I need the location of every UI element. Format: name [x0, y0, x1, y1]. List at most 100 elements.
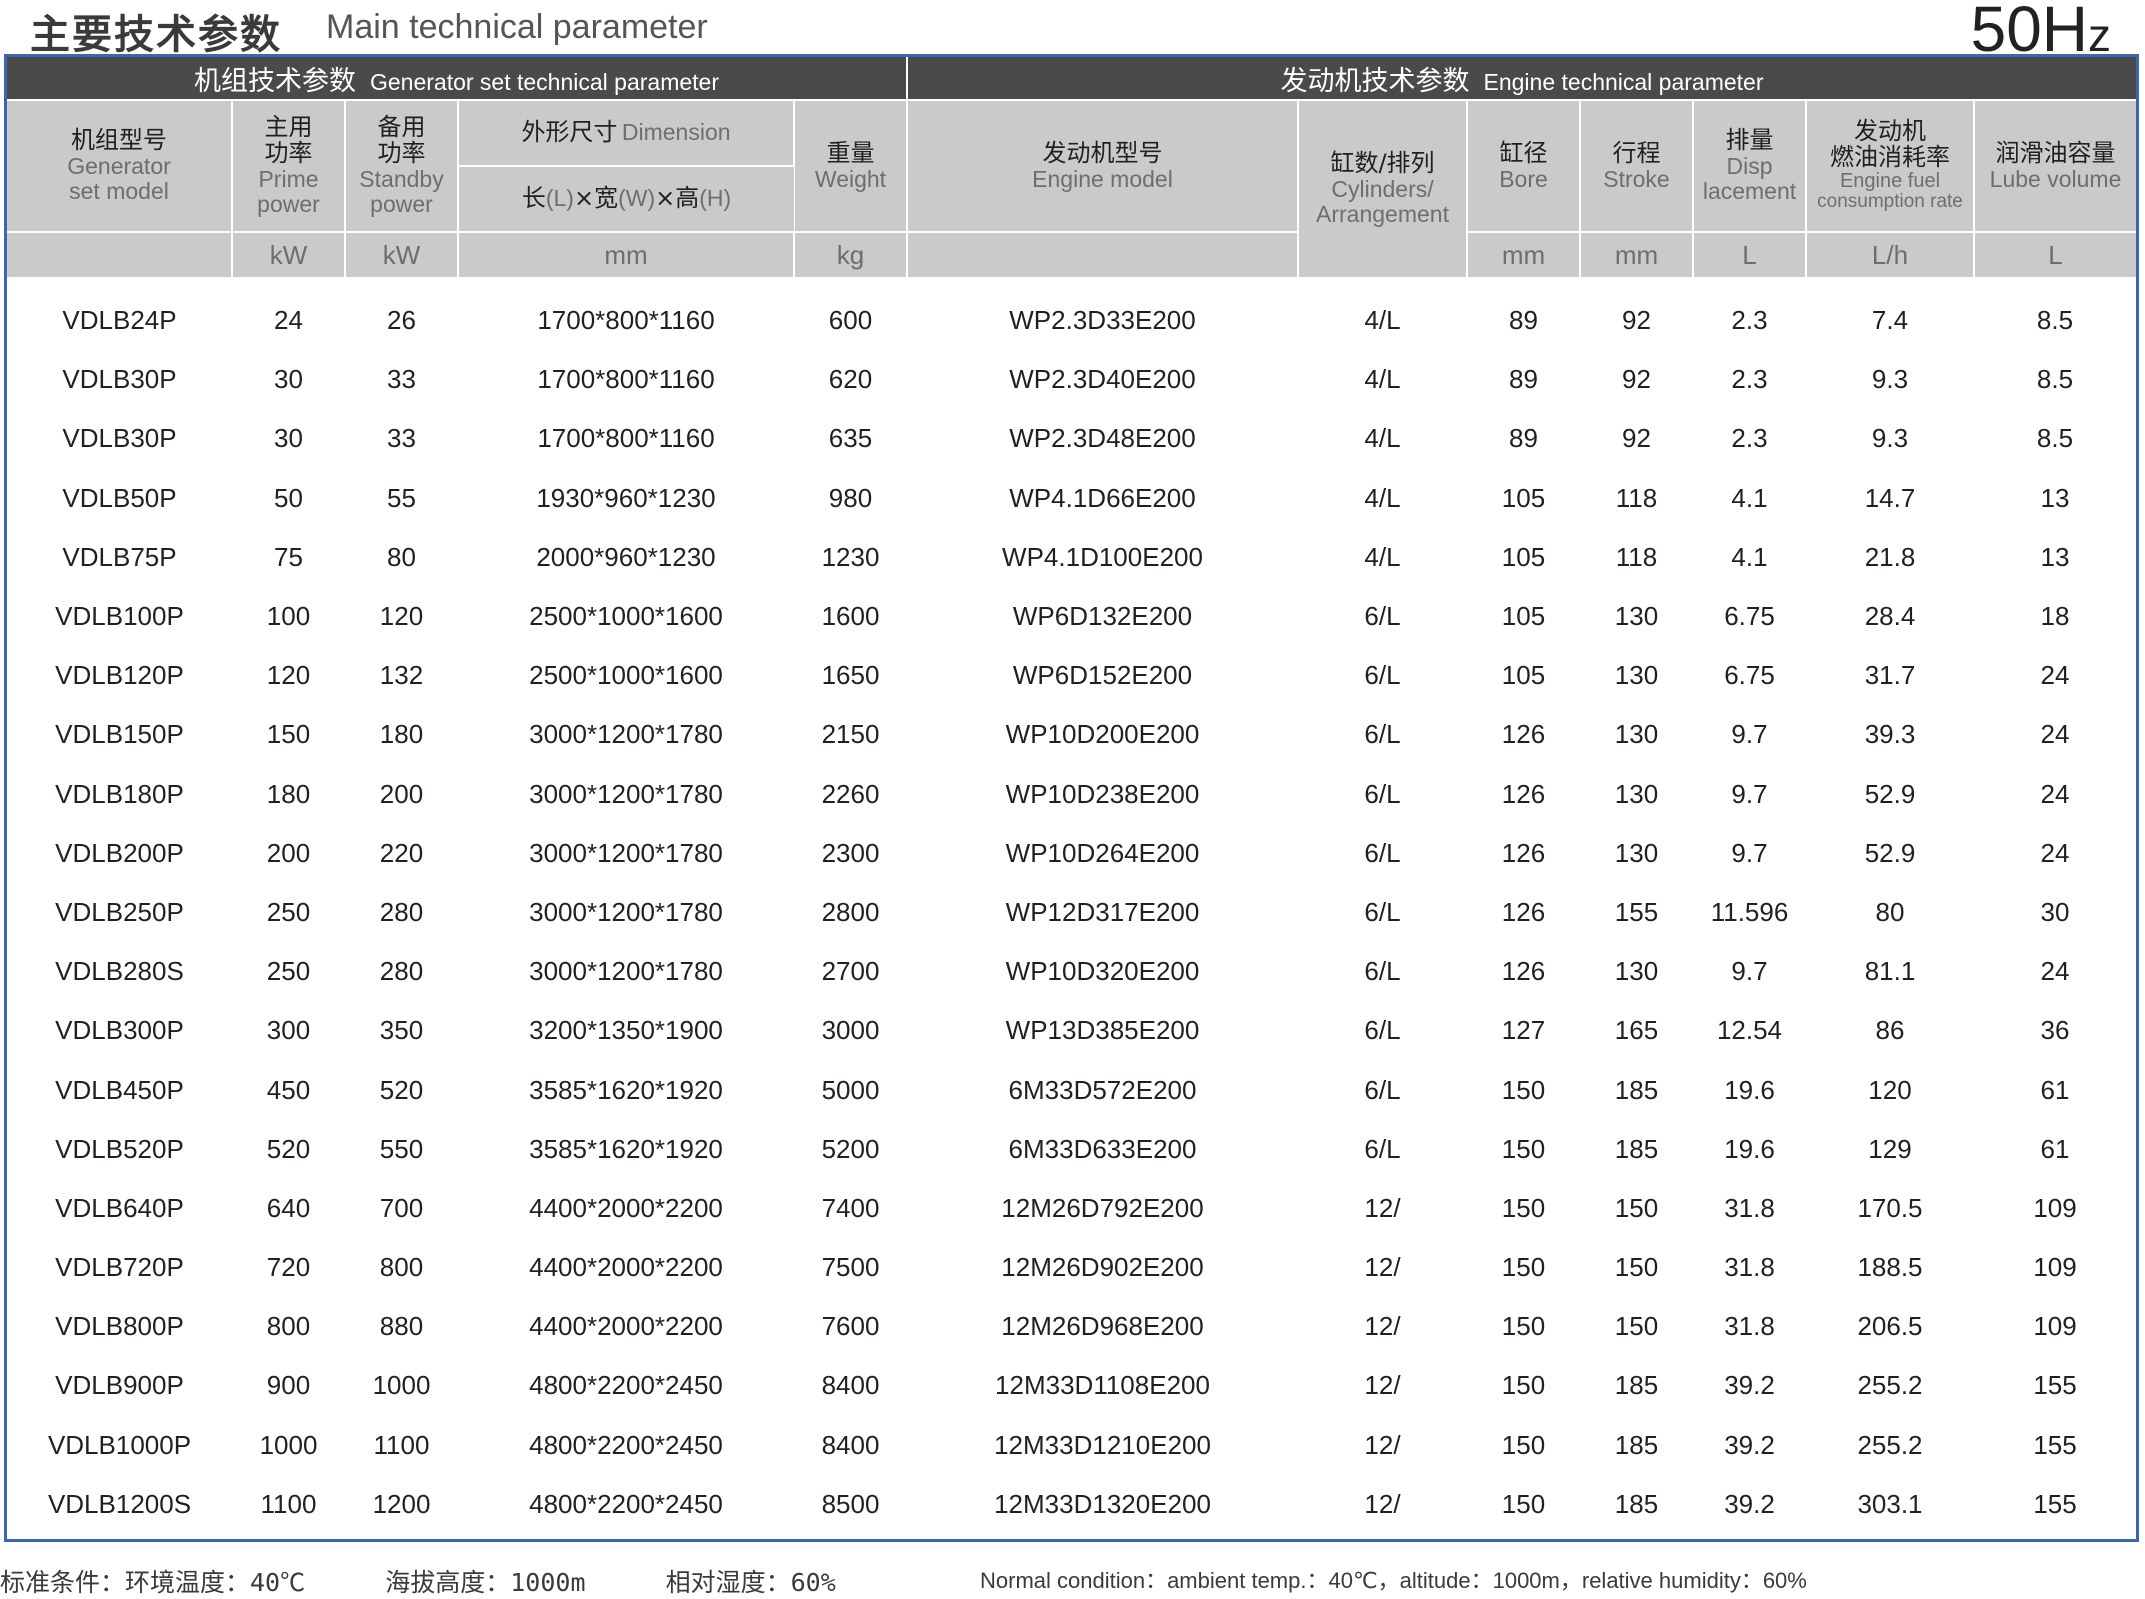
cell-stroke: 92 — [1622, 423, 1651, 454]
page-header: 主要技术参数 Main technical parameter 50Hz — [0, 0, 2145, 65]
cell-engine-model: WP10D200E200 — [1005, 719, 1200, 750]
cell-lube-volume: 8.5 — [2036, 423, 2074, 454]
cell-cylinders: 12/ — [1364, 1488, 1401, 1519]
cell-model: VDLB24P — [62, 305, 177, 336]
cell-stroke: 185 — [1614, 1488, 1659, 1519]
footnote-cn: 标准条件：环境温度：40℃ 海拔高度：1000m 相对湿度：60% — [0, 1563, 836, 1597]
cell-cylinders: 12/ — [1364, 1429, 1401, 1460]
cell-standby-power: 120 — [379, 601, 424, 632]
table-row: VDLB120P 120 132 2500*1000*1600 1650 WP6D152E… — [7, 646, 2136, 705]
cell-model: VDLB720P — [55, 1252, 184, 1283]
cell-engine-model: WP12D317E200 — [1005, 896, 1200, 927]
cell-prime-power: 1000 — [259, 1429, 318, 1460]
table-row: VDLB520P 520 550 3585*1620*1920 5200 6M33D633… — [7, 1120, 2136, 1179]
cell-prime-power: 900 — [266, 1370, 311, 1401]
col-head-stroke-cn: 行程 — [1612, 138, 1661, 167]
cell-stroke: 150 — [1614, 1192, 1659, 1223]
footnote-cn-altitude: 海拔高度：1000m — [385, 1568, 586, 1597]
col-head-standby-cn-2: 功率 — [377, 139, 426, 168]
cell-fuel-consumption: 170.5 — [1857, 1192, 1923, 1223]
dim-times-2: × — [655, 184, 676, 213]
cell-weight: 2700 — [821, 956, 880, 987]
cell-engine-model: 6M33D572E200 — [1008, 1074, 1197, 1105]
cell-bore: 150 — [1501, 1429, 1546, 1460]
cell-cylinders: 6/L — [1364, 1074, 1401, 1105]
cell-weight: 1650 — [821, 660, 880, 691]
cell-fuel-consumption: 255.2 — [1857, 1370, 1923, 1401]
cell-cylinders: 4/L — [1364, 364, 1401, 395]
cell-stroke: 92 — [1622, 364, 1651, 395]
table-row: VDLB24P 24 26 1700*800*1160 600 WP2.3D33E200 4… — [7, 291, 2136, 350]
cell-prime-power: 24 — [274, 305, 303, 336]
cell-cylinders: 12/ — [1364, 1370, 1401, 1401]
group-generator-cn: 机组技术参数 — [193, 65, 356, 97]
cell-model: VDLB1200S — [47, 1488, 192, 1519]
cell-stroke: 185 — [1614, 1133, 1659, 1164]
col-head-model: 机组型号 Generator set model — [7, 99, 233, 232]
col-head-bore: 缸径 Bore — [1467, 99, 1581, 232]
col-head-prime: 主用 功率 Prime power — [232, 99, 346, 232]
col-head-stroke: 行程 Stroke — [1580, 99, 1694, 232]
cell-model: VDLB180P — [55, 778, 184, 809]
cell-weight: 2150 — [821, 719, 880, 750]
cell-prime-power: 250 — [266, 956, 311, 987]
dim-h-cn: 高 — [675, 184, 700, 213]
cell-model: VDLB50P — [62, 482, 177, 513]
cell-bore: 150 — [1501, 1370, 1546, 1401]
header-spacer-cell — [7, 277, 2136, 291]
cell-weight: 2260 — [821, 778, 880, 809]
cell-prime-power: 720 — [266, 1252, 311, 1283]
cell-bore: 126 — [1501, 778, 1546, 809]
table-row: VDLB200P 200 220 3000*1200*1780 2300 WP10D264… — [7, 824, 2136, 883]
col-head-weight-en: Weight — [814, 165, 887, 192]
cell-cylinders: 12/ — [1364, 1252, 1401, 1283]
col-head-cylinders-en-2: Arrangement — [1316, 200, 1449, 227]
cell-cylinders: 6/L — [1364, 660, 1401, 691]
header-spacer — [7, 277, 2136, 291]
footnote-cn-humidity: 相对湿度：60% — [665, 1568, 836, 1597]
cell-dimension: 3000*1200*1780 — [529, 956, 723, 987]
cell-standby-power: 200 — [379, 778, 424, 809]
cell-displacement: 31.8 — [1724, 1252, 1775, 1283]
cell-standby-power: 350 — [379, 1015, 424, 1046]
cell-dimension: 3000*1200*1780 — [529, 778, 723, 809]
cell-cylinders: 6/L — [1364, 1015, 1401, 1046]
cell-stroke: 165 — [1614, 1015, 1659, 1046]
cell-prime-power: 75 — [274, 541, 303, 572]
cell-displacement: 31.8 — [1724, 1192, 1775, 1223]
cell-lube-volume: 24 — [2040, 660, 2070, 691]
cell-prime-power: 120 — [266, 660, 311, 691]
cell-weight: 620 — [828, 364, 873, 395]
cell-prime-power: 300 — [266, 1015, 311, 1046]
group-header-row: 机组技术参数 Generator set technical parameter … — [7, 57, 2137, 100]
cell-engine-model: WP6D132E200 — [1012, 601, 1193, 632]
cell-standby-power: 520 — [379, 1074, 424, 1105]
cell-engine-model: WP2.3D40E200 — [1009, 364, 1196, 395]
dim-l-cn: 长 — [521, 184, 546, 213]
cell-standby-power: 220 — [379, 837, 424, 868]
col-head-dimension: 外形尺寸 Dimension — [458, 99, 795, 166]
cell-prime-power: 50 — [274, 482, 303, 513]
cell-standby-power: 26 — [387, 305, 416, 336]
cell-bore: 105 — [1501, 601, 1546, 632]
cell-stroke: 185 — [1614, 1074, 1659, 1105]
cell-prime-power: 450 — [266, 1074, 311, 1105]
table-row: VDLB50P 50 55 1930*960*1230 980 WP4.1D66E200 4… — [7, 469, 2136, 528]
cell-model: VDLB640P — [55, 1192, 184, 1223]
cell-weight: 7500 — [821, 1252, 880, 1283]
cell-weight: 1600 — [821, 601, 880, 632]
col-head-engine-model-en: Engine model — [1032, 165, 1173, 192]
cell-fuel-consumption: 120 — [1868, 1074, 1912, 1105]
cell-lube-volume: 13 — [2040, 541, 2070, 572]
cell-dimension: 3000*1200*1780 — [529, 896, 723, 927]
col-head-prime-en-1: Prime — [258, 166, 319, 193]
cell-fuel-consumption: 86 — [1875, 1015, 1905, 1046]
cell-weight: 7600 — [821, 1311, 880, 1342]
cell-dimension: 4800*2200*2450 — [529, 1488, 723, 1519]
cell-dimension: 1930*960*1230 — [536, 482, 716, 513]
cell-displacement: 9.7 — [1731, 778, 1768, 809]
cell-bore: 150 — [1501, 1074, 1546, 1105]
unit-stroke: mm — [1580, 231, 1694, 277]
table-row: VDLB250P 250 280 3000*1200*1780 2800 WP12D317… — [7, 883, 2136, 942]
cell-engine-model: 12M33D1108E200 — [995, 1370, 1210, 1401]
